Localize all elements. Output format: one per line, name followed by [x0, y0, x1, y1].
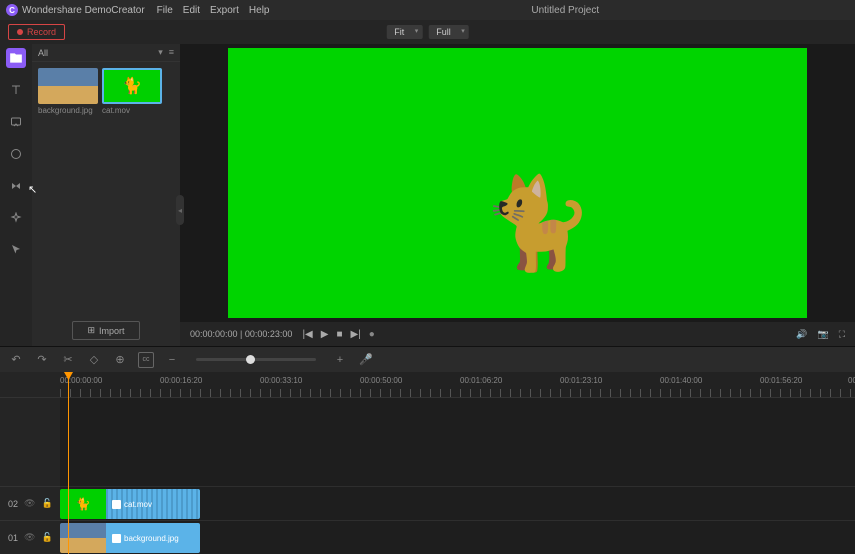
zoom-in-button[interactable]: + — [332, 352, 348, 368]
mic-button[interactable]: 🎤 — [358, 352, 374, 368]
media-filter-all[interactable]: All — [38, 48, 48, 58]
playhead[interactable] — [68, 372, 69, 554]
zoom-slider[interactable] — [196, 358, 316, 361]
menu-file[interactable]: File — [157, 5, 173, 16]
track-label-01: 01 👁 🔓 — [0, 520, 60, 554]
menu-help[interactable]: Help — [249, 5, 270, 16]
media-sort-dropdown[interactable]: ▾ — [158, 47, 163, 58]
full-dropdown[interactable]: Full — [428, 25, 469, 39]
speed-button[interactable]: ⊕ — [112, 352, 128, 368]
clip-background-jpg[interactable]: background.jpg — [60, 523, 200, 553]
redo-button[interactable]: ↷ — [34, 352, 50, 368]
image-type-icon — [112, 534, 121, 543]
app-brand-name: Wondershare DemoCreator — [22, 5, 145, 16]
sidebar-media-icon[interactable] — [6, 48, 26, 68]
video-type-icon — [112, 500, 121, 509]
stop-button[interactable]: ■ — [336, 329, 342, 340]
sidebar-text-icon[interactable] — [6, 80, 26, 100]
media-item-background[interactable]: background.jpg — [38, 68, 98, 115]
media-item-cat[interactable]: 🐈 cat.mov — [102, 68, 162, 115]
mouse-cursor-icon: ↖ — [28, 183, 37, 196]
menu-export[interactable]: Export — [210, 5, 239, 16]
media-view-list-icon[interactable]: ≡ — [169, 47, 174, 58]
record-button[interactable]: Record — [8, 24, 65, 40]
time-display: 00:00:00:00 | 00:00:23:00 — [190, 329, 292, 339]
play-button[interactable]: ▶ — [321, 329, 329, 340]
sidebar-transition-icon[interactable] — [6, 176, 26, 196]
next-frame-button[interactable]: ▶| — [350, 329, 360, 340]
track-label-02: 02 👁 🔓 — [0, 486, 60, 520]
crop-button[interactable]: ✂ — [60, 352, 76, 368]
caption-button[interactable]: cc — [138, 352, 154, 368]
app-logo-icon: C — [6, 4, 18, 16]
snapshot-icon[interactable]: 📷 — [817, 329, 828, 340]
sidebar-annotation-icon[interactable] — [6, 112, 26, 132]
zoom-out-button[interactable]: − — [164, 352, 180, 368]
timeline-ruler[interactable]: 00:00:00:00 00:00:16:20 00:00:33:10 00:0… — [60, 372, 855, 398]
volume-icon[interactable]: 🔊 — [796, 329, 807, 340]
sidebar-sticker-icon[interactable] — [6, 144, 26, 164]
fit-dropdown[interactable]: Fit — [386, 25, 422, 39]
preview-canvas[interactable]: 🐈 — [228, 48, 807, 318]
menu-edit[interactable]: Edit — [183, 5, 200, 16]
sidebar-cursor-icon[interactable] — [6, 240, 26, 260]
track-01-visibility-icon[interactable]: 👁 — [24, 532, 35, 543]
record-marker-button[interactable]: ● — [369, 329, 375, 340]
clip-cat-mov[interactable]: 🐈 cat.mov — [60, 489, 200, 519]
prev-frame-button[interactable]: |◀ — [302, 329, 312, 340]
panel-splitter[interactable]: ◂ — [176, 195, 184, 225]
track-02-lock-icon[interactable]: 🔓 — [41, 498, 52, 509]
project-title: Untitled Project — [282, 5, 850, 16]
sidebar-effects-icon[interactable] — [6, 208, 26, 228]
marker-button[interactable]: ◇ — [86, 352, 102, 368]
track-02-visibility-icon[interactable]: 👁 — [24, 498, 35, 509]
preview-subject-cat: 🐈 — [481, 171, 593, 276]
undo-button[interactable]: ↶ — [8, 352, 24, 368]
import-button[interactable]: ⊞ Import — [72, 321, 139, 340]
fullscreen-icon[interactable]: ⛶ — [839, 329, 845, 340]
track-01-lock-icon[interactable]: 🔓 — [41, 532, 52, 543]
